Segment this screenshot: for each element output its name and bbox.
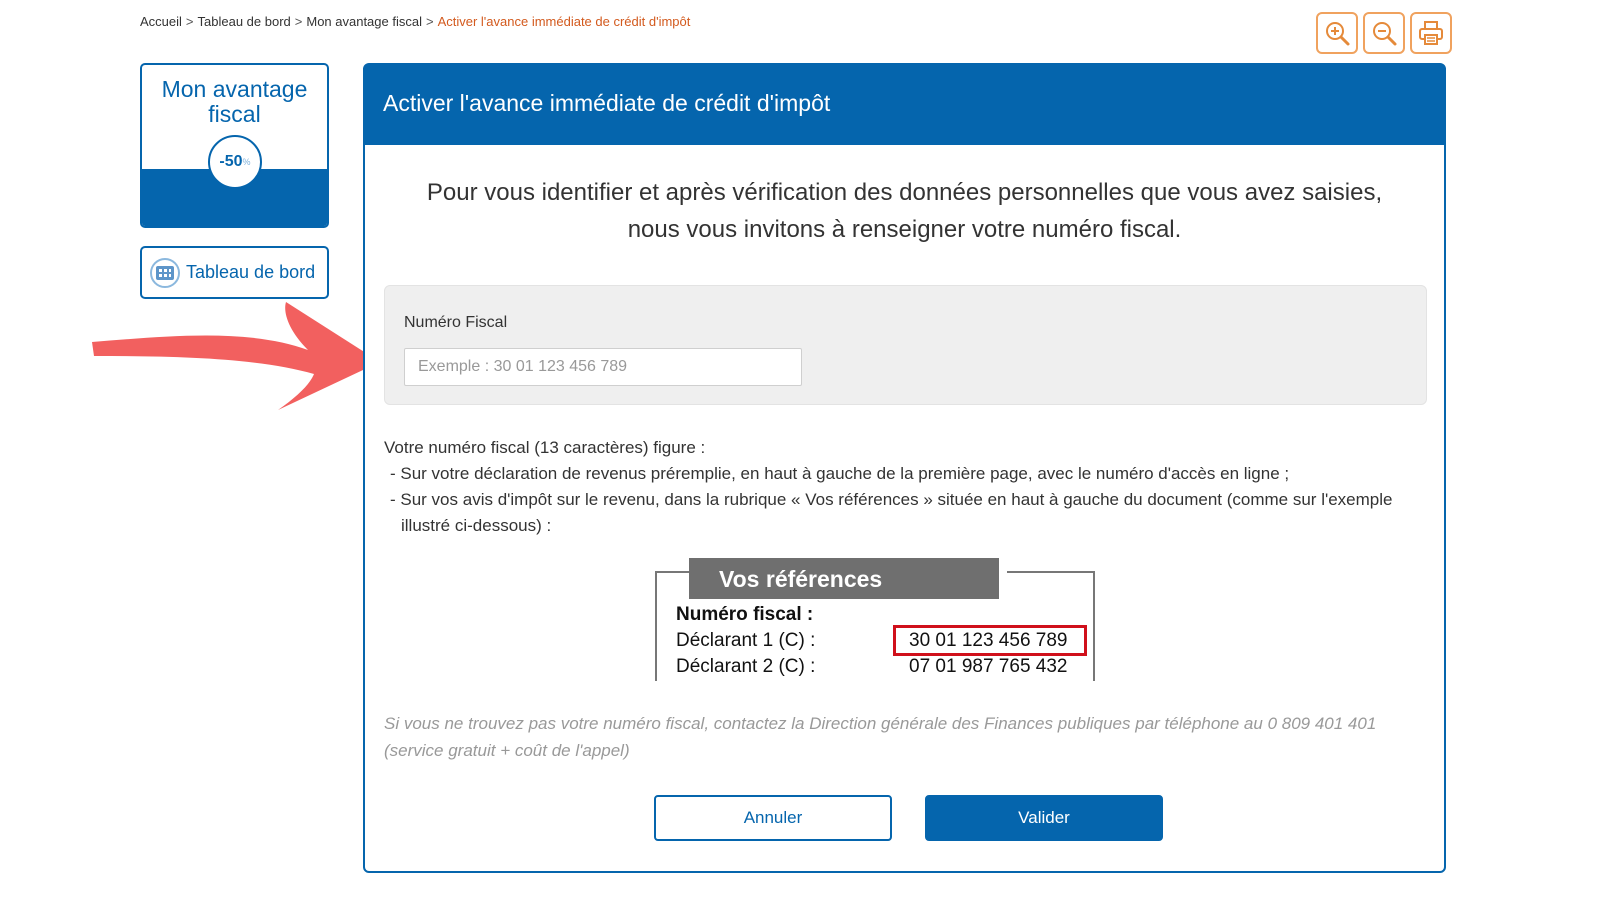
mon-avantage-fiscal-card[interactable]: Mon avantage fiscal -50% (140, 63, 329, 228)
ref-frame (1093, 571, 1095, 681)
submit-button[interactable]: Valider (925, 795, 1163, 841)
ref-label-numero: Numéro fiscal : (676, 604, 814, 625)
breadcrumb-mon-avantage-fiscal[interactable]: Mon avantage fiscal (306, 14, 422, 29)
dashboard-label: Tableau de bord (186, 262, 316, 282)
numero-fiscal-input[interactable] (404, 348, 802, 386)
discount-badge: -50% (208, 135, 262, 189)
breadcrumb-current: Activer l'avance immédiate de crédit d'i… (437, 14, 691, 29)
print-button[interactable] (1410, 12, 1452, 54)
ref-frame (1007, 571, 1095, 573)
ref-value-declarant-2: 07 01 987 765 432 (909, 656, 1068, 677)
info-heading: Votre numéro fiscal (13 caractères) figu… (384, 438, 706, 457)
reference-example: Vos références Numéro fiscal : Déclarant… (655, 558, 1095, 684)
help-note: Si vous ne trouvez pas votre numéro fisc… (384, 714, 1377, 760)
breadcrumb-separator: > (185, 14, 194, 29)
ref-label-declarant-1: Déclarant 1 (C) : (676, 630, 816, 651)
zoom-in-icon (1326, 22, 1350, 46)
activation-panel: Activer l'avance immédiate de crédit d'i… (363, 63, 1446, 873)
breadcrumb-separator: > (294, 14, 303, 29)
zoom-in-button[interactable] (1316, 12, 1358, 54)
zoom-out-button[interactable] (1363, 12, 1405, 54)
intro-text: Pour vous identifier et après vérificati… (365, 174, 1444, 248)
toolbar (1316, 12, 1452, 54)
breadcrumb: Accueil > Tableau de bord > Mon avantage fis… (140, 14, 690, 29)
breadcrumb-tableau-de-bord[interactable]: Tableau de bord (198, 14, 291, 29)
ref-label-declarant-2: Déclarant 2 (C) : (676, 656, 816, 677)
numero-fiscal-group: Numéro Fiscal (384, 285, 1427, 405)
ref-value-declarant-1: 30 01 123 456 789 (909, 630, 1068, 651)
info-text: Votre numéro fiscal (13 caractères) figu… (384, 435, 1424, 539)
dashboard-icon (150, 257, 180, 288)
numero-fiscal-label: Numéro Fiscal (404, 314, 508, 331)
tableau-de-bord-button[interactable]: Tableau de bord (140, 246, 329, 299)
printer-icon (1419, 21, 1443, 45)
panel-title: Activer l'avance immédiate de crédit d'i… (365, 65, 1444, 145)
info-line-2: - Sur vos avis d'impôt sur le revenu, da… (390, 490, 1393, 535)
ref-frame (655, 571, 657, 681)
breadcrumb-accueil[interactable]: Accueil (140, 14, 182, 29)
zoom-out-icon (1373, 22, 1397, 46)
info-line-1: - Sur votre déclaration de revenus prére… (390, 464, 1290, 483)
badge-value: -50 (219, 153, 243, 170)
breadcrumb-separator: > (425, 14, 434, 29)
ref-title: Vos références (689, 558, 999, 599)
intro-line-1: Pour vous identifier et après vérificati… (426, 179, 1383, 206)
badge-percent: % (242, 157, 251, 167)
ref-frame (655, 571, 689, 573)
cancel-button[interactable]: Annuler (654, 795, 892, 841)
annotation-arrow-icon (92, 302, 380, 410)
intro-line-2: nous vous invitons à renseigner votre nu… (627, 216, 1182, 243)
